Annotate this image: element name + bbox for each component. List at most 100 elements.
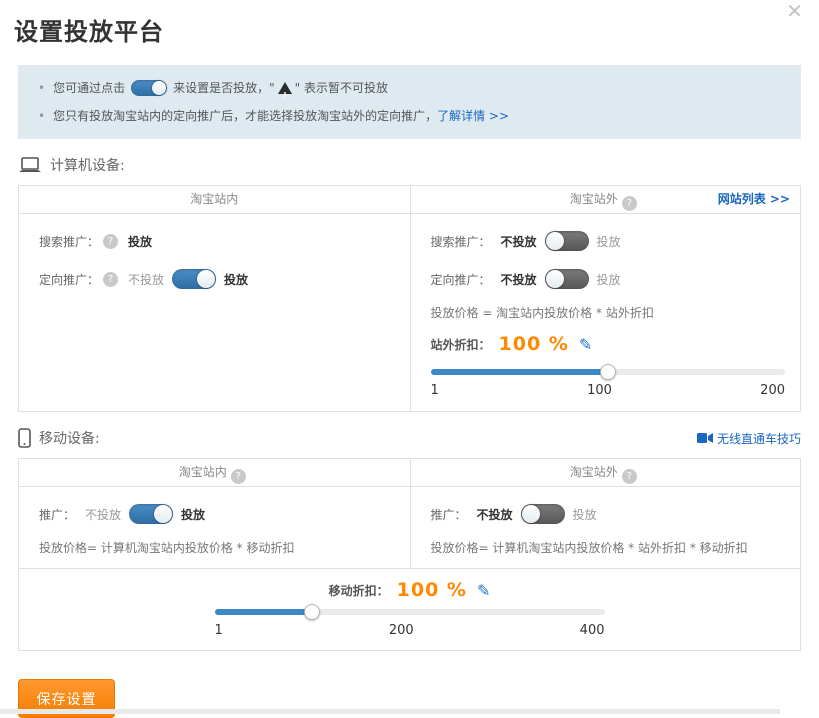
slider-mid-label: 100 [587, 383, 612, 398]
slider-fill [431, 369, 608, 375]
toggle-knob[interactable] [546, 270, 564, 288]
slider-mid-label: 200 [389, 623, 414, 638]
mobile-discount-slider-wrap: 1 200 400 [215, 609, 605, 638]
toggle-knob[interactable] [546, 232, 564, 250]
page-title: 设置投放平台 [14, 12, 819, 47]
help-icon[interactable]: ? [103, 272, 118, 287]
mobile-table-body: 推广： 不投放 投放 投放价格= 计算机淘宝站内投放价格 * 移动折扣 推广： … [19, 487, 800, 568]
mobile-section-header: 移动设备: 无线直通车技巧 [18, 428, 801, 448]
notice-line1-end: " 表示暂不可投放 [295, 77, 388, 99]
mobile-discount-line: 移动折扣： 100 % ✎ [19, 579, 800, 601]
mobile-onsite-promo-toggle[interactable] [129, 504, 173, 524]
offsite-discount-label: 站外折扣： [431, 336, 491, 353]
wireless-tips-label: 无线直通车技巧 [717, 432, 801, 446]
slider-min-label: 1 [431, 383, 439, 398]
target-on-label: 投放 [597, 271, 621, 288]
computer-offsite-header-label: 淘宝站外 [570, 192, 618, 206]
mobile-onsite-cell: 推广： 不投放 投放 投放价格= 计算机淘宝站内投放价格 * 移动折扣 [19, 487, 410, 568]
promo-label: 推广： [431, 506, 467, 523]
offsite-discount-line: 站外折扣： 100 % ✎ [431, 333, 787, 355]
notice-line1-pre: 您可通过点击 [53, 77, 125, 99]
computer-onsite-target-row: 定向推广：? 不投放 投放 [39, 266, 396, 292]
computer-table: 淘宝站内 淘宝站外? 网站列表 >> 搜索推广：? 投放 定向推广：? 不投放 … [18, 185, 801, 412]
search-promo-label: 搜索推广： [39, 233, 99, 250]
mobile-discount-row: 移动折扣： 100 % ✎ 1 200 400 [19, 568, 800, 650]
mobile-discount-label: 移动折扣： [329, 582, 389, 599]
computer-onsite-cell: 搜索推广：? 投放 定向推广：? 不投放 投放 [19, 214, 410, 411]
computer-section-title: 计算机设备: [50, 155, 125, 175]
target-off-label: 不投放 [128, 271, 164, 288]
help-icon[interactable]: ? [103, 234, 118, 249]
notice-box: 您可通过点击 来设置是否投放，" ! " 表示暂不可投放 您只有投放淘宝站内的定… [18, 65, 801, 139]
learn-more-link[interactable]: 了解详情 >> [437, 105, 509, 127]
edit-pencil-icon[interactable]: ✎ [477, 581, 490, 600]
mobile-onsite-promo-row: 推广： 不投放 投放 [39, 501, 396, 527]
mobile-discount-slider[interactable] [215, 609, 605, 615]
computer-section-header: 计算机设备: [18, 155, 801, 175]
mobile-offsite-header-label: 淘宝站外 [570, 465, 618, 479]
slider-max-label: 200 [760, 383, 785, 398]
wireless-tips-link[interactable]: 无线直通车技巧 [697, 430, 801, 447]
slider-knob[interactable] [600, 364, 616, 380]
notice-line1-mid: 来设置是否投放，" [173, 77, 275, 99]
search-off-label: 不投放 [501, 233, 537, 250]
mobile-table: 淘宝站内? 淘宝站外? 推广： 不投放 投放 投放价格= 计算机淘宝站内投放价格… [18, 458, 801, 651]
notice-line2-text: 您只有投放淘宝站内的定向推广后，才能选择投放淘宝站外的定向推广， [53, 105, 437, 127]
help-icon[interactable]: ? [622, 196, 637, 211]
slider-knob[interactable] [304, 604, 320, 620]
computer-offsite-header: 淘宝站外? 网站列表 >> [410, 186, 801, 213]
offsite-price-formula: 投放价格 = 淘宝站内投放价格 * 站外折扣 [431, 304, 787, 321]
help-icon[interactable]: ? [622, 469, 637, 484]
offsite-slider-labels: 1 100 200 [431, 383, 786, 398]
target-off-label: 不投放 [501, 271, 537, 288]
slider-fill [215, 609, 313, 615]
computer-offsite-search-toggle[interactable] [545, 231, 589, 251]
computer-offsite-target-toggle[interactable] [545, 269, 589, 289]
mobile-onsite-price-formula: 投放价格= 计算机淘宝站内投放价格 * 移动折扣 [39, 539, 396, 556]
close-icon[interactable]: ✕ [786, 0, 803, 22]
mobile-slider-labels: 1 200 400 [215, 623, 605, 638]
search-on-label: 投放 [597, 233, 621, 250]
mobile-onsite-header: 淘宝站内? [19, 459, 410, 486]
toggle-knob[interactable] [154, 505, 172, 523]
help-icon[interactable]: ? [231, 469, 246, 484]
promo-off-label: 不投放 [477, 506, 513, 523]
warning-icon: ! [278, 82, 292, 94]
computer-table-body: 搜索推广：? 投放 定向推广：? 不投放 投放 搜索推广： 不投放 投放 [19, 214, 800, 411]
website-list-link[interactable]: 网站列表 >> [718, 186, 790, 213]
target-on-label: 投放 [224, 271, 248, 288]
laptop-icon [18, 157, 42, 174]
mobile-offsite-promo-toggle[interactable] [521, 504, 565, 524]
mobile-offsite-cell: 推广： 不投放 投放 投放价格= 计算机淘宝站内投放价格 * 站外折扣 * 移动… [410, 487, 801, 568]
edit-pencil-icon[interactable]: ✎ [579, 335, 592, 354]
offsite-discount-slider[interactable] [431, 369, 786, 375]
mobile-offsite-promo-row: 推广： 不投放 投放 [431, 501, 787, 527]
target-promo-label: 定向推广： [431, 271, 491, 288]
phone-icon [18, 428, 31, 448]
offsite-discount-slider-wrap: 1 100 200 [431, 369, 786, 398]
toggle-knob[interactable] [197, 270, 215, 288]
mobile-offsite-header: 淘宝站外? [410, 459, 801, 486]
mobile-section-title: 移动设备: [39, 428, 100, 448]
mobile-offsite-price-formula: 投放价格= 计算机淘宝站内投放价格 * 站外折扣 * 移动折扣 [431, 539, 787, 556]
computer-onsite-search-row: 搜索推广：? 投放 [39, 228, 396, 254]
target-promo-label: 定向推广： [39, 271, 99, 288]
set-delivery-platform-dialog: ✕ 设置投放平台 您可通过点击 来设置是否投放，" ! " 表示暂不可投放 您只… [0, 0, 819, 714]
toggle-knob [152, 81, 166, 95]
mobile-onsite-header-label: 淘宝站内 [179, 465, 227, 479]
computer-onsite-header-label: 淘宝站内 [190, 192, 238, 206]
offsite-discount-value: 100 % [499, 333, 569, 355]
video-camera-icon [697, 432, 713, 444]
notice-line-1: 您可通过点击 来设置是否投放，" ! " 表示暂不可投放 [38, 77, 785, 99]
computer-offsite-cell: 搜索推广： 不投放 投放 定向推广： 不投放 投放 投放价格 = 淘宝站内投放价… [410, 214, 801, 411]
computer-onsite-target-toggle[interactable] [172, 269, 216, 289]
computer-table-header: 淘宝站内 淘宝站外? 网站列表 >> [19, 186, 800, 214]
computer-onsite-header: 淘宝站内 [19, 186, 410, 213]
promo-label: 推广： [39, 506, 75, 523]
notice-line-2: 您只有投放淘宝站内的定向推广后，才能选择投放淘宝站外的定向推广， 了解详情 >> [38, 105, 785, 127]
dialog-bottom-edge [0, 709, 780, 714]
computer-offsite-target-row: 定向推广： 不投放 投放 [431, 266, 787, 292]
computer-offsite-search-row: 搜索推广： 不投放 投放 [431, 228, 787, 254]
toggle-knob[interactable] [522, 505, 540, 523]
promo-on-label: 投放 [181, 506, 205, 523]
